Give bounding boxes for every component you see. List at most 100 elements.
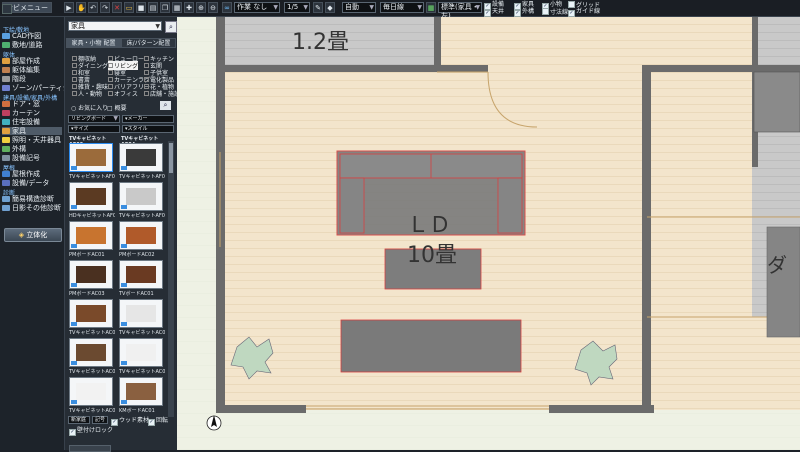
print-icon[interactable]: ▤: [148, 2, 158, 13]
panel-scroll-thumb[interactable]: [169, 143, 173, 173]
wall-lock-checkbox[interactable]: ✓ 壁付けロック: [69, 427, 113, 436]
toolbar-check-6[interactable]: 寸法線: [542, 8, 568, 16]
bottom-select-2[interactable]: 記号: [92, 416, 108, 424]
nav-item-4-1[interactable]: 日影その他診断: [2, 204, 62, 212]
move-icon[interactable]: ✚: [184, 2, 194, 13]
nav-item-label: 外構: [12, 145, 26, 153]
stairs-icon: [2, 76, 10, 82]
zoom-out-icon[interactable]: ⊖: [208, 2, 218, 13]
room-ld-name: ＬＤ: [407, 213, 451, 238]
cloud-icon: [71, 361, 77, 365]
furniture-thumbnail[interactable]: [119, 377, 163, 406]
panel-search-select[interactable]: 家具 ▼: [68, 21, 162, 31]
furniture-thumbnail[interactable]: [69, 182, 113, 211]
checkbox-icon: [568, 1, 575, 8]
category-item[interactable]: 人・動物: [72, 89, 102, 98]
nav-item-2-0[interactable]: ドア・窓: [2, 100, 62, 108]
furniture-thumbnail[interactable]: [69, 299, 113, 328]
furniture-preview: [126, 344, 156, 361]
tv-board[interactable]: [340, 319, 522, 373]
nav-item-2-2[interactable]: 住宅設備: [2, 118, 62, 126]
open-folder-icon[interactable]: ▭: [124, 2, 134, 13]
copy-icon[interactable]: ❐: [160, 2, 170, 13]
checkbox-icon: □: [107, 105, 113, 112]
redo-icon[interactable]: ↷: [100, 2, 110, 13]
shadow-icon: [2, 205, 10, 211]
floor-plan-canvas[interactable]: 1.2畳 ＬＤ 10畳 ダ: [177, 17, 800, 450]
favorites-toggle[interactable]: ○ お気に入り: [71, 103, 108, 112]
tab-floor-pattern[interactable]: 床/パターン配置: [121, 38, 176, 48]
furniture-icon: [2, 128, 10, 134]
toolbar-check-7[interactable]: ✓ ガイド線: [568, 8, 600, 17]
pointer-icon[interactable]: ▶: [64, 2, 74, 13]
furniture-thumbnail[interactable]: [119, 260, 163, 289]
overview-toggle[interactable]: □ 概要: [107, 103, 127, 112]
filter-size-select[interactable]: ▾サイズ: [68, 125, 120, 133]
hand-icon[interactable]: ✋: [76, 2, 86, 13]
display-mode-select[interactable]: 作業 なし ▼: [234, 2, 280, 13]
right-cabinet[interactable]: [753, 71, 800, 133]
cloud-icon: [71, 400, 77, 404]
tab-furniture-place[interactable]: 家具・小物 配置: [66, 38, 121, 48]
collapse-icon[interactable]: [2, 4, 12, 14]
paste-icon[interactable]: ▦: [172, 2, 182, 13]
category-label: 店舗・施設: [150, 91, 181, 98]
furniture-thumbnail[interactable]: [69, 377, 113, 406]
furniture-thumbnail[interactable]: [69, 221, 113, 250]
filter-style-select[interactable]: ▾スタイル: [122, 125, 174, 133]
category-item[interactable]: オフィス: [108, 89, 138, 98]
nav-item-label: CAD作図: [12, 32, 42, 40]
furniture-thumbnail[interactable]: [119, 143, 163, 172]
zoom-in-icon[interactable]: ⊕: [196, 2, 206, 13]
scale-select[interactable]: 1/5 ▼: [284, 2, 310, 13]
furniture-thumbnail[interactable]: [119, 299, 163, 328]
nav-item-4-0[interactable]: 簡易構造診断: [2, 195, 62, 203]
render-3d-button[interactable]: ◈ 立体化: [4, 228, 62, 242]
nav-item-1-1[interactable]: 躯体編集: [2, 66, 62, 74]
nav-item-label: カーテン: [12, 109, 40, 117]
nav-item-1-2[interactable]: 階段: [2, 75, 62, 83]
delete-icon[interactable]: ✕: [112, 2, 122, 13]
nav-item-2-5[interactable]: 外構: [2, 145, 62, 153]
link-icon[interactable]: ∞: [222, 2, 232, 13]
nav-item-2-6[interactable]: 設備記号: [2, 154, 62, 162]
bottom-select[interactable]: 新家庭: [68, 416, 90, 424]
undo-icon[interactable]: ↶: [88, 2, 98, 13]
save-icon[interactable]: ■: [136, 2, 146, 13]
cad-icon: [2, 33, 10, 39]
nav-item-0-1[interactable]: 敷地/道路: [2, 41, 62, 49]
furniture-thumbnail[interactable]: [119, 221, 163, 250]
furniture-thumbnail[interactable]: [119, 338, 163, 367]
dining-table[interactable]: [766, 226, 800, 338]
thumbnail-caption: TVキャビネットAC04: [119, 369, 165, 375]
filter-category-select[interactable]: リビングボード ▼: [68, 115, 120, 123]
toolbar-check-5[interactable]: ✓ 外構: [514, 8, 534, 17]
nav-item-1-3[interactable]: ゾーン/パーティション: [2, 84, 84, 92]
category-item[interactable]: 店舗・施設: [144, 89, 180, 98]
eraser-icon[interactable]: ◆: [325, 2, 335, 13]
nav-item-3-1[interactable]: 設備/データ: [2, 179, 62, 187]
height-select[interactable]: 毎日線 ▼: [380, 2, 424, 13]
filter-maker-select[interactable]: ▾メーカー: [122, 115, 174, 123]
rotate-checkbox[interactable]: ✓ 回転: [148, 417, 168, 426]
nav-item-3-0[interactable]: 屋根作成: [2, 170, 62, 178]
view-select[interactable]: 自動 ▼: [342, 2, 376, 13]
wood-material-checkbox[interactable]: ✓ ウッド素材: [111, 417, 149, 426]
search-icon[interactable]: ⌕: [165, 21, 177, 33]
standard-select[interactable]: 標準(家具・左) ▼: [438, 2, 482, 20]
grid-icon[interactable]: ▦: [426, 2, 436, 13]
furniture-thumbnail[interactable]: [119, 182, 163, 211]
nav-item-2-1[interactable]: カーテン: [2, 109, 62, 117]
toolbar-check-4[interactable]: ✓ 天井: [484, 8, 504, 17]
nav-item-1-0[interactable]: 部屋作成: [2, 57, 62, 65]
furniture-thumbnail[interactable]: [69, 143, 113, 172]
nav-item-0-0[interactable]: CAD作図: [2, 32, 62, 40]
panel-scrollbar[interactable]: [168, 141, 174, 417]
nav-item-2-4[interactable]: 照明・天井器具: [2, 136, 62, 144]
furniture-thumbnail[interactable]: [69, 338, 113, 367]
magnify-icon[interactable]: ⌕: [160, 101, 171, 110]
nav-item-2-3[interactable]: 家具: [2, 127, 62, 135]
furniture-thumbnail[interactable]: [69, 260, 113, 289]
panel-bottom-button[interactable]: [69, 445, 111, 452]
pen-icon[interactable]: ✎: [313, 2, 323, 13]
